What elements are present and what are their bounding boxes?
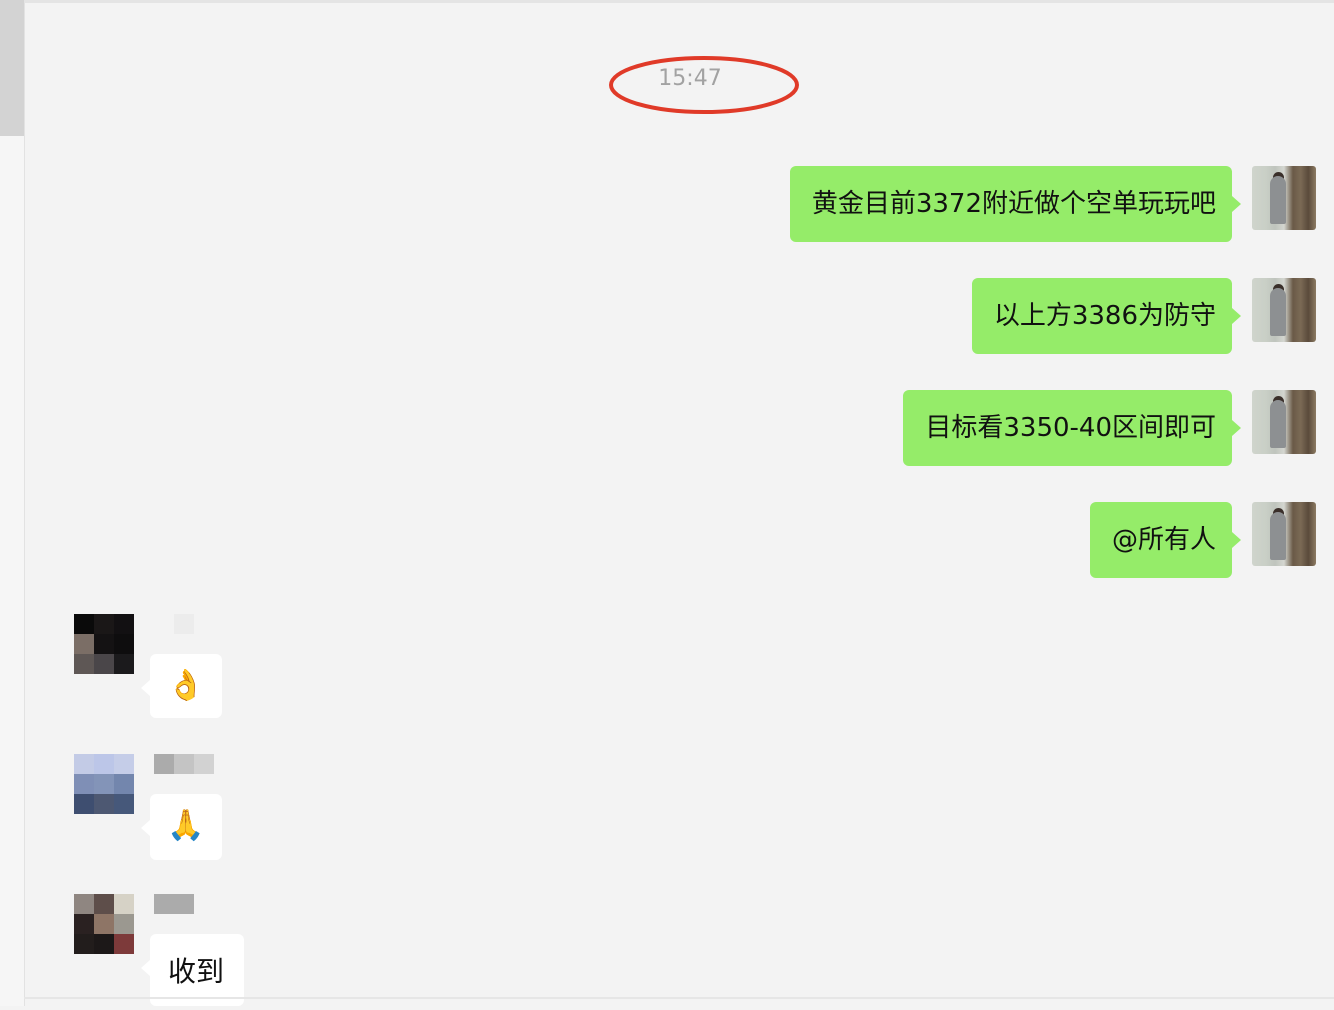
incoming-bubble[interactable]: 🙏	[141, 794, 222, 860]
sidebar-strip	[0, 0, 25, 1006]
avatar[interactable]	[1252, 166, 1316, 230]
incoming-bubble[interactable]: 👌	[141, 654, 222, 718]
sender-name-blurred	[154, 614, 194, 634]
outgoing-bubble[interactable]: 目标看3350-40区间即可	[903, 390, 1241, 466]
sender-name-blurred	[154, 894, 194, 914]
highlight-circle	[609, 56, 799, 114]
avatar[interactable]	[74, 754, 134, 814]
folded-hands-emoji: 🙏	[167, 808, 205, 843]
incoming-bubble[interactable]: 收到	[141, 934, 244, 1006]
outgoing-bubble[interactable]: 黄金目前3372附近做个空单玩玩吧	[789, 166, 1242, 242]
ok-hand-emoji: 👌	[167, 668, 205, 703]
avatar[interactable]	[1252, 390, 1316, 454]
avatar[interactable]	[1252, 502, 1316, 566]
sender-name-blurred	[154, 754, 214, 774]
avatar[interactable]	[74, 614, 134, 674]
message-timestamp: 15:47	[658, 66, 722, 91]
outgoing-bubble[interactable]: @所有人	[1089, 502, 1242, 578]
avatar[interactable]	[74, 894, 134, 954]
bottom-divider	[24, 997, 1334, 999]
outgoing-bubble[interactable]: 以上方3386为防守	[971, 278, 1242, 354]
avatar[interactable]	[1252, 278, 1316, 342]
